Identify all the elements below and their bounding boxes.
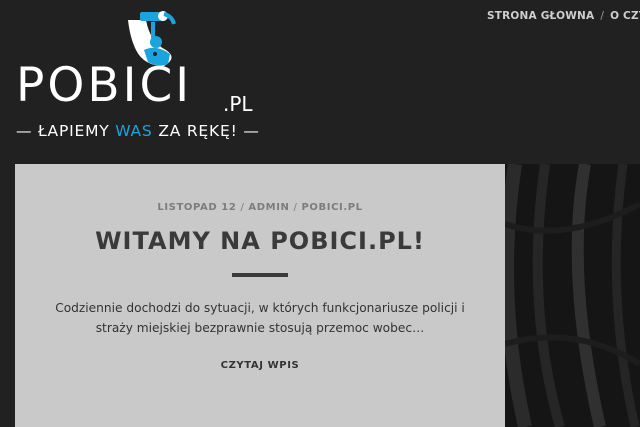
logo-tagline: — ŁAPIEMY WAS ZA RĘKĘ! — xyxy=(16,122,260,140)
post-thumbnail-image[interactable] xyxy=(505,164,640,427)
post-meta: LISTOPAD 12/ADMIN / POBICI.PL xyxy=(15,202,505,213)
site-logo[interactable]: POBICI .PL — ŁAPIEMY WAS ZA RĘKĘ! — xyxy=(16,6,266,146)
thumbnail-graphic xyxy=(505,164,640,427)
tagline-dash-left: — xyxy=(16,122,33,140)
post-card: LISTOPAD 12/ADMIN / POBICI.PL WITAMY NA PO… xyxy=(15,164,505,427)
nav-item-home[interactable]: STRONA GŁÓWNA xyxy=(487,10,594,22)
tagline-post: ZA RĘKĘ! xyxy=(158,122,238,140)
meta-separator: / xyxy=(240,202,245,213)
tagline-dash-right: — xyxy=(243,122,260,140)
post-date[interactable]: LISTOPAD 12 xyxy=(157,202,236,213)
main-nav: STRONA GŁÓWNA / O CZYM xyxy=(487,10,640,22)
read-more-link[interactable]: CZYTAJ WPIS xyxy=(15,360,505,371)
tagline-pre: ŁAPIEMY xyxy=(38,122,110,140)
tagline-highlight: WAS xyxy=(115,122,153,140)
post-excerpt: Codziennie dochodzi do sytuacji, w który… xyxy=(55,301,465,335)
title-divider xyxy=(232,273,288,277)
post-category[interactable]: POBICI.PL xyxy=(302,202,363,213)
post-author[interactable]: ADMIN xyxy=(248,202,289,213)
nav-separator: / xyxy=(600,10,605,22)
logo-wordmark: POBICI xyxy=(16,58,193,113)
logo-domain-suffix: .PL xyxy=(223,92,253,116)
post-title[interactable]: WITAMY NA POBICI.PL! xyxy=(15,227,505,255)
meta-separator: / xyxy=(293,202,298,213)
nav-item-about[interactable]: O CZYM xyxy=(610,10,640,22)
